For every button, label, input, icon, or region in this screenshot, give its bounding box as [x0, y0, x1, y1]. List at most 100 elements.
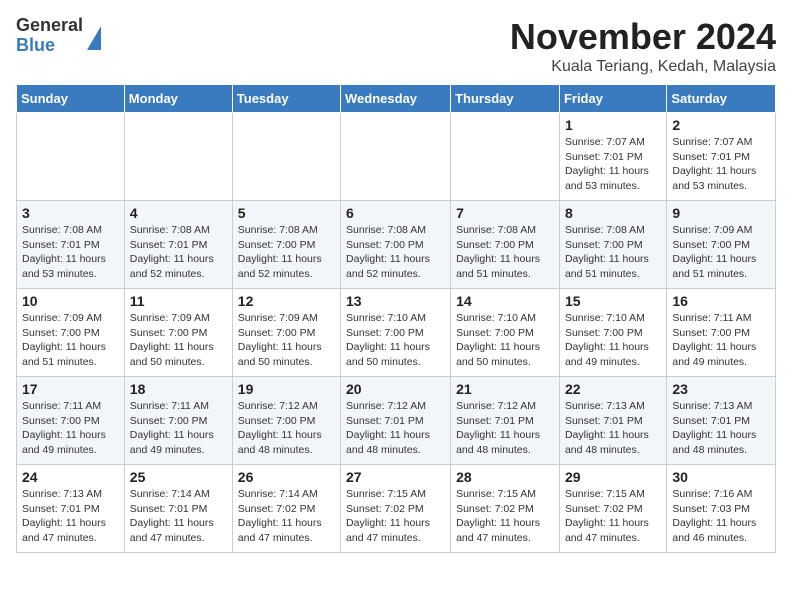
calendar-cell: 3 Sunrise: 7:08 AM Sunset: 7:01 PM Daylig… [17, 201, 125, 289]
calendar-cell: 5 Sunrise: 7:08 AM Sunset: 7:00 PM Daylig… [232, 201, 340, 289]
day-number: 2 [672, 117, 770, 133]
day-info: Sunrise: 7:09 AM Sunset: 7:00 PM Dayligh… [672, 223, 770, 282]
calendar-cell: 30Sunrise: 7:16 AM Sunset: 7:03 PM Dayli… [667, 465, 776, 553]
day-number: 28 [456, 469, 554, 485]
calendar-cell: 13 Sunrise: 7:10 AM Sunset: 7:00 PM Dayli… [341, 289, 451, 377]
day-info: Sunrise: 7:12 AM Sunset: 7:01 PM Dayligh… [456, 399, 554, 458]
weekday-header-wednesday: Wednesday [341, 85, 451, 113]
calendar-week-row: 1 Sunrise: 7:07 AM Sunset: 7:01 PM Daylig… [17, 113, 776, 201]
day-number: 29 [565, 469, 661, 485]
day-number: 26 [238, 469, 335, 485]
day-info: Sunrise: 7:08 AM Sunset: 7:01 PM Dayligh… [130, 223, 227, 282]
day-info: Sunrise: 7:10 AM Sunset: 7:00 PM Dayligh… [456, 311, 554, 370]
day-number: 9 [672, 205, 770, 221]
day-info: Sunrise: 7:13 AM Sunset: 7:01 PM Dayligh… [565, 399, 661, 458]
day-number: 10 [22, 293, 119, 309]
calendar-week-row: 10 Sunrise: 7:09 AM Sunset: 7:00 PM Dayli… [17, 289, 776, 377]
weekday-header-row: SundayMondayTuesdayWednesdayThursdayFrid… [17, 85, 776, 113]
day-number: 19 [238, 381, 335, 397]
calendar-cell: 4 Sunrise: 7:08 AM Sunset: 7:01 PM Daylig… [124, 201, 232, 289]
day-info: Sunrise: 7:09 AM Sunset: 7:00 PM Dayligh… [22, 311, 119, 370]
day-number: 12 [238, 293, 335, 309]
calendar-cell: 27 Sunrise: 7:15 AM Sunset: 7:02 PM Dayli… [341, 465, 451, 553]
day-number: 11 [130, 293, 227, 309]
day-number: 27 [346, 469, 445, 485]
calendar-cell: 9 Sunrise: 7:09 AM Sunset: 7:00 PM Daylig… [667, 201, 776, 289]
calendar-cell: 2 Sunrise: 7:07 AM Sunset: 7:01 PM Daylig… [667, 113, 776, 201]
calendar-cell [17, 113, 125, 201]
calendar-cell: 7 Sunrise: 7:08 AM Sunset: 7:00 PM Daylig… [451, 201, 560, 289]
day-info: Sunrise: 7:15 AM Sunset: 7:02 PM Dayligh… [565, 487, 661, 546]
calendar-cell: 16Sunrise: 7:11 AM Sunset: 7:00 PM Dayli… [667, 289, 776, 377]
logo-text: General Blue [16, 16, 83, 56]
day-info: Sunrise: 7:09 AM Sunset: 7:00 PM Dayligh… [238, 311, 335, 370]
calendar-cell: 17 Sunrise: 7:11 AM Sunset: 7:00 PM Dayli… [17, 377, 125, 465]
calendar-week-row: 24 Sunrise: 7:13 AM Sunset: 7:01 PM Dayli… [17, 465, 776, 553]
day-info: Sunrise: 7:15 AM Sunset: 7:02 PM Dayligh… [346, 487, 445, 546]
calendar-cell: 15Sunrise: 7:10 AM Sunset: 7:00 PM Dayli… [559, 289, 666, 377]
day-info: Sunrise: 7:13 AM Sunset: 7:01 PM Dayligh… [22, 487, 119, 546]
logo: General Blue [16, 16, 101, 56]
calendar-cell: 10 Sunrise: 7:09 AM Sunset: 7:00 PM Dayli… [17, 289, 125, 377]
calendar-cell [232, 113, 340, 201]
day-number: 18 [130, 381, 227, 397]
calendar-week-row: 3 Sunrise: 7:08 AM Sunset: 7:01 PM Daylig… [17, 201, 776, 289]
day-info: Sunrise: 7:07 AM Sunset: 7:01 PM Dayligh… [672, 135, 770, 194]
page-header: General Blue November 2024 Kuala Teriang… [16, 16, 776, 76]
weekday-header-sunday: Sunday [17, 85, 125, 113]
day-number: 8 [565, 205, 661, 221]
day-info: Sunrise: 7:10 AM Sunset: 7:00 PM Dayligh… [346, 311, 445, 370]
calendar-body: 1 Sunrise: 7:07 AM Sunset: 7:01 PM Daylig… [17, 113, 776, 553]
day-info: Sunrise: 7:11 AM Sunset: 7:00 PM Dayligh… [22, 399, 119, 458]
calendar-cell: 8 Sunrise: 7:08 AM Sunset: 7:00 PM Daylig… [559, 201, 666, 289]
day-number: 20 [346, 381, 445, 397]
day-number: 14 [456, 293, 554, 309]
day-info: Sunrise: 7:08 AM Sunset: 7:00 PM Dayligh… [456, 223, 554, 282]
day-info: Sunrise: 7:08 AM Sunset: 7:00 PM Dayligh… [346, 223, 445, 282]
calendar-cell: 25Sunrise: 7:14 AM Sunset: 7:01 PM Dayli… [124, 465, 232, 553]
calendar-table: SundayMondayTuesdayWednesdayThursdayFrid… [16, 84, 776, 553]
day-number: 16 [672, 293, 770, 309]
calendar-cell: 20Sunrise: 7:12 AM Sunset: 7:01 PM Dayli… [341, 377, 451, 465]
title-block: November 2024 Kuala Teriang, Kedah, Mala… [510, 16, 776, 76]
day-info: Sunrise: 7:08 AM Sunset: 7:00 PM Dayligh… [238, 223, 335, 282]
calendar-cell: 21 Sunrise: 7:12 AM Sunset: 7:01 PM Dayli… [451, 377, 560, 465]
day-info: Sunrise: 7:09 AM Sunset: 7:00 PM Dayligh… [130, 311, 227, 370]
weekday-header-monday: Monday [124, 85, 232, 113]
day-number: 21 [456, 381, 554, 397]
calendar-cell: 6Sunrise: 7:08 AM Sunset: 7:00 PM Daylig… [341, 201, 451, 289]
day-number: 7 [456, 205, 554, 221]
location: Kuala Teriang, Kedah, Malaysia [510, 58, 776, 76]
day-info: Sunrise: 7:14 AM Sunset: 7:01 PM Dayligh… [130, 487, 227, 546]
calendar-week-row: 17 Sunrise: 7:11 AM Sunset: 7:00 PM Dayli… [17, 377, 776, 465]
calendar-cell: 12 Sunrise: 7:09 AM Sunset: 7:00 PM Dayli… [232, 289, 340, 377]
calendar-cell [341, 113, 451, 201]
logo-line1: General [16, 16, 83, 36]
weekday-header-thursday: Thursday [451, 85, 560, 113]
day-number: 13 [346, 293, 445, 309]
day-info: Sunrise: 7:08 AM Sunset: 7:00 PM Dayligh… [565, 223, 661, 282]
day-number: 1 [565, 117, 661, 133]
month-title: November 2024 [510, 16, 776, 58]
day-info: Sunrise: 7:11 AM Sunset: 7:00 PM Dayligh… [130, 399, 227, 458]
day-number: 3 [22, 205, 119, 221]
calendar-header: SundayMondayTuesdayWednesdayThursdayFrid… [17, 85, 776, 113]
calendar-cell: 24 Sunrise: 7:13 AM Sunset: 7:01 PM Dayli… [17, 465, 125, 553]
calendar-cell: 26 Sunrise: 7:14 AM Sunset: 7:02 PM Dayli… [232, 465, 340, 553]
calendar-cell [124, 113, 232, 201]
logo-line2: Blue [16, 36, 83, 56]
day-number: 4 [130, 205, 227, 221]
day-number: 17 [22, 381, 119, 397]
day-number: 5 [238, 205, 335, 221]
day-info: Sunrise: 7:14 AM Sunset: 7:02 PM Dayligh… [238, 487, 335, 546]
day-number: 15 [565, 293, 661, 309]
day-info: Sunrise: 7:08 AM Sunset: 7:01 PM Dayligh… [22, 223, 119, 282]
calendar-cell: 28Sunrise: 7:15 AM Sunset: 7:02 PM Dayli… [451, 465, 560, 553]
day-number: 23 [672, 381, 770, 397]
calendar-cell: 1Sunrise: 7:07 AM Sunset: 7:01 PM Daylig… [559, 113, 666, 201]
weekday-header-friday: Friday [559, 85, 666, 113]
day-info: Sunrise: 7:12 AM Sunset: 7:00 PM Dayligh… [238, 399, 335, 458]
day-number: 24 [22, 469, 119, 485]
day-info: Sunrise: 7:13 AM Sunset: 7:01 PM Dayligh… [672, 399, 770, 458]
calendar-cell: 29 Sunrise: 7:15 AM Sunset: 7:02 PM Dayli… [559, 465, 666, 553]
